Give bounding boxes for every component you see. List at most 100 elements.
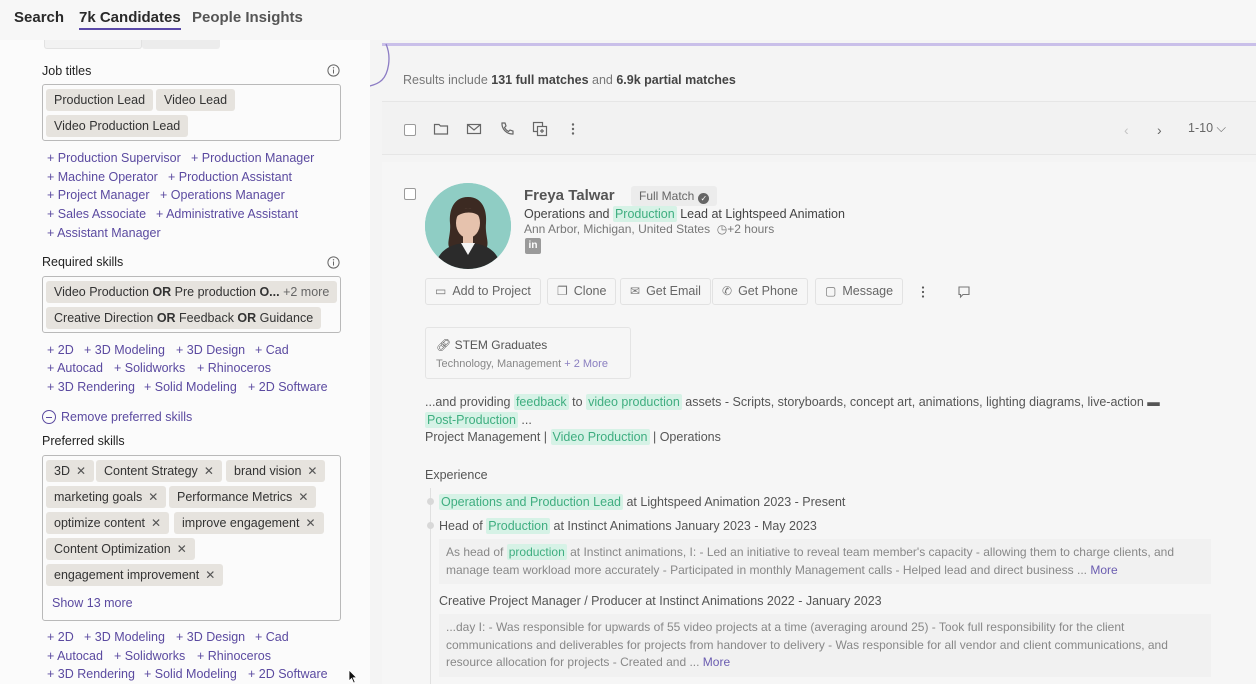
get-phone-button[interactable]: ✆ Get Phone	[712, 278, 808, 305]
suggestion-link[interactable]: + Solid Modeling	[144, 380, 237, 394]
job-titles-input[interactable]: Production Lead Video Lead Video Product…	[42, 84, 341, 141]
preferred-skills-label: Preferred skills	[42, 434, 125, 448]
show-more-link[interactable]: Show 13 more	[52, 596, 133, 610]
suggestion-link[interactable]: + 2D Software	[248, 380, 328, 394]
experience-heading: Experience	[425, 468, 488, 482]
suggestion-link[interactable]: + Sales Associate	[47, 207, 146, 221]
preferred-skill-chip[interactable]: brand vision ✕	[226, 460, 326, 482]
get-email-button[interactable]: ✉ Get Email	[620, 278, 711, 305]
remove-chip-icon[interactable]: ✕	[205, 568, 215, 582]
suggestion-link[interactable]: + 3D Modeling	[84, 630, 165, 644]
suggestion-link[interactable]: + Production Manager	[191, 151, 314, 165]
remove-chip-icon[interactable]: ✕	[151, 516, 161, 530]
more-link[interactable]: More	[703, 655, 730, 669]
filter-toggle-stub[interactable]	[44, 40, 142, 49]
phone-icon[interactable]	[499, 121, 515, 137]
suggestion-link[interactable]: + Production Assistant	[168, 170, 292, 184]
suggestion-link[interactable]: + Assistant Manager	[47, 226, 161, 240]
preferred-skill-chip[interactable]: 3D ✕	[46, 460, 95, 482]
copy-add-icon[interactable]	[532, 121, 548, 137]
email-icon[interactable]	[466, 121, 482, 137]
suggestion-link[interactable]: + Project Manager	[47, 188, 149, 202]
suggestion-link[interactable]: + Autocad	[47, 361, 103, 375]
page-range-dropdown[interactable]: 1-10 ⌵	[1188, 121, 1226, 136]
suggestion-link[interactable]: + 2D	[47, 630, 74, 644]
preferred-skill-chip[interactable]: improve engagement ✕	[174, 512, 324, 534]
candidate-name[interactable]: Freya Talwar	[524, 187, 615, 204]
info-icon[interactable]	[327, 64, 340, 77]
suggestion-link[interactable]: + Cad	[255, 630, 289, 644]
tab-people-insights[interactable]: People Insights	[192, 9, 303, 26]
suggestion-link[interactable]: + Autocad	[47, 649, 103, 663]
info-icon[interactable]	[327, 256, 340, 269]
candidate-card: Freya Talwar Full Match ✓ Operations and …	[382, 162, 1256, 684]
candidate-tag-card[interactable]: 🔗︎ STEM Graduates Technology, Management…	[425, 327, 631, 379]
suggestion-link[interactable]: + Solidworks	[114, 361, 185, 375]
required-skills-label: Required skills	[42, 255, 124, 269]
preferred-skill-chip[interactable]: Content Optimization ✕	[46, 538, 195, 560]
comment-icon[interactable]	[957, 285, 971, 299]
job-title-chip[interactable]: Video Production Lead	[46, 115, 189, 137]
required-skills-input[interactable]: Video Production OR Pre production O... …	[42, 276, 341, 333]
suggestion-link[interactable]: + Cad	[255, 343, 289, 357]
select-all-checkbox[interactable]	[404, 124, 416, 136]
results-toolbar: ‹ › 1-10 ⌵	[382, 101, 1256, 155]
suggestion-link[interactable]: + Machine Operator	[47, 170, 158, 184]
job-title-chip[interactable]: Production Lead	[46, 89, 154, 111]
tab-candidates[interactable]: 7k Candidates	[79, 9, 181, 30]
job-titles-label: Job titles	[42, 64, 92, 78]
suggestion-link[interactable]: + Operations Manager	[160, 188, 285, 202]
suggestion-link[interactable]: + 2D	[47, 343, 74, 357]
required-skill-chip[interactable]: Video Production OR Pre production O... …	[46, 281, 338, 303]
prev-page-button[interactable]: ‹	[1124, 122, 1129, 138]
suggestion-link[interactable]: + 3D Rendering	[47, 667, 135, 681]
remove-preferred-skills-button[interactable]: Remove preferred skills	[42, 410, 192, 424]
suggestion-link[interactable]: + 3D Design	[176, 343, 245, 357]
suggestion-link[interactable]: + Production Supervisor	[47, 151, 181, 165]
preferred-skill-chip[interactable]: marketing goals ✕	[46, 486, 167, 508]
folder-icon: ▭	[435, 284, 447, 298]
experience-item: Creative Project Manager / Producer at I…	[439, 594, 882, 608]
add-to-project-button[interactable]: ▭ Add to Project	[425, 278, 541, 305]
remove-chip-icon[interactable]: ✕	[177, 542, 187, 556]
candidate-headline: Operations and Production Lead at Lights…	[524, 206, 845, 222]
suggestion-link[interactable]: + 2D Software	[248, 667, 328, 681]
remove-chip-icon[interactable]: ✕	[307, 464, 317, 478]
remove-chip-icon[interactable]: ✕	[204, 464, 214, 478]
preferred-skill-chip[interactable]: optimize content ✕	[46, 512, 170, 534]
filter-toggle-stub[interactable]	[142, 40, 220, 49]
remove-chip-icon[interactable]: ✕	[148, 490, 158, 504]
more-link[interactable]: More	[1090, 563, 1117, 577]
message-button[interactable]: ▢ Message	[815, 278, 904, 305]
job-title-chip[interactable]: Video Lead	[156, 89, 236, 111]
candidate-checkbox[interactable]	[404, 188, 416, 200]
clone-button[interactable]: ❐ Clone	[547, 278, 617, 305]
suggestion-link[interactable]: + Rhinoceros	[197, 361, 271, 375]
annotation-arrow-icon	[370, 43, 390, 87]
remove-chip-icon[interactable]: ✕	[298, 490, 308, 504]
linkedin-icon[interactable]: in	[525, 238, 541, 254]
remove-chip-icon[interactable]: ✕	[305, 516, 315, 530]
next-page-button[interactable]: ›	[1157, 122, 1162, 138]
folder-icon[interactable]	[433, 121, 449, 137]
suggestion-link[interactable]: + 3D Design	[176, 630, 245, 644]
suggestion-link[interactable]: + 3D Modeling	[84, 343, 165, 357]
suggestion-link[interactable]: + Rhinoceros	[197, 649, 271, 663]
remove-chip-icon[interactable]: ✕	[76, 464, 86, 478]
preferred-skill-chip[interactable]: Performance Metrics ✕	[169, 486, 317, 508]
preferred-skill-chip[interactable]: Content Strategy ✕	[96, 460, 222, 482]
more-vertical-icon[interactable]	[916, 285, 930, 299]
more-vertical-icon[interactable]	[565, 121, 581, 137]
required-skill-chip[interactable]: Creative Direction OR Feedback OR Guidan…	[46, 307, 322, 329]
avatar[interactable]	[425, 183, 511, 269]
suggestion-link[interactable]: + 3D Rendering	[47, 380, 135, 394]
chat-icon: ▢	[825, 284, 837, 298]
suggestion-link[interactable]: + Solid Modeling	[144, 667, 237, 681]
tag-title: 🔗︎ STEM Graduates	[436, 338, 548, 352]
suggestion-link[interactable]: + Solidworks	[114, 649, 185, 663]
tab-search[interactable]: Search	[14, 9, 64, 26]
suggestion-link[interactable]: + Administrative Assistant	[156, 207, 298, 221]
experience-item: Operations and Production Lead at Lights…	[439, 494, 846, 510]
preferred-skill-chip[interactable]: engagement improvement ✕	[46, 564, 224, 586]
experience-item: Head of Production at Instinct Animation…	[439, 518, 817, 534]
